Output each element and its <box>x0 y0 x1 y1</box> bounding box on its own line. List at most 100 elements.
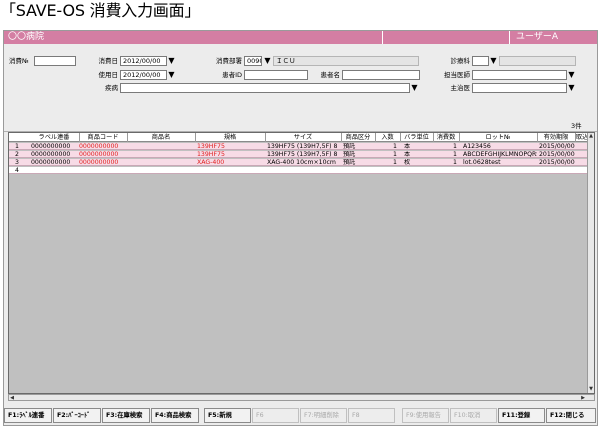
consume-cell[interactable]: 1 <box>453 151 459 158</box>
col-header[interactable]: 商品コード <box>79 133 127 142</box>
col-header[interactable]: ロット№ <box>459 133 537 142</box>
consume-cell[interactable]: 1 <box>453 143 459 150</box>
disease-label: 疾病 <box>105 84 118 92</box>
product-name-cell[interactable] <box>129 151 195 158</box>
expiry-cell[interactable]: 2015/00/00 <box>539 143 575 150</box>
expiry-cell[interactable]: 2015/00/00 <box>539 151 575 158</box>
f9-usage-report-button[interactable]: F9:使用報告 <box>402 408 449 423</box>
product-code-cell[interactable]: 0000000000 <box>79 151 127 158</box>
page-title: 「SAVE-OS 消費入力画面」 <box>0 1 201 20</box>
patient-id-input[interactable] <box>244 70 308 80</box>
col-header[interactable]: サイズ <box>265 133 341 142</box>
label-seq-cell[interactable]: 0000000000 <box>31 159 79 166</box>
qty-cell[interactable]: 1 <box>393 151 401 158</box>
unit-cell[interactable]: 本 <box>404 151 432 158</box>
lot-cell[interactable]: ABCDEFGHIJKLMNOPQRST <box>463 151 537 158</box>
chevron-down-icon[interactable]: ▼ <box>489 56 498 66</box>
size-cell[interactable]: 139HF75 (139H7,5F) 8 <box>267 143 341 150</box>
horizontal-scrollbar[interactable]: ◀ ▶ <box>8 394 595 401</box>
f12-close-button[interactable]: F12:閉じる <box>546 408 596 423</box>
col-header[interactable]: 消費数 <box>433 133 459 142</box>
spec-cell[interactable]: 139HF75 <box>197 143 265 150</box>
product-name-cell[interactable] <box>129 159 195 166</box>
label-seq-cell[interactable]: 0000000000 <box>31 143 79 150</box>
clinic-name-field <box>499 56 576 66</box>
size-cell[interactable]: 139HF75 (139H7,5F) 8 <box>267 151 341 158</box>
category-cell[interactable]: 預託 <box>343 143 375 150</box>
label-seq-cell[interactable]: 0000000000 <box>31 151 79 158</box>
chevron-down-icon[interactable]: ▼ <box>263 56 272 66</box>
expiry-cell[interactable]: 2015/00/00 <box>539 159 575 166</box>
title-divider <box>382 31 383 44</box>
scroll-down-icon[interactable]: ▼ <box>588 386 594 393</box>
hospital-name: 〇〇病院 <box>8 32 45 42</box>
chevron-down-icon[interactable]: ▼ <box>567 70 576 80</box>
table-row[interactable]: 4 <box>9 167 589 174</box>
qty-cell[interactable]: 1 <box>393 159 401 166</box>
spec-cell[interactable]: 139HF75 <box>197 151 265 158</box>
consume-date-input[interactable]: 2012/00/00 <box>120 56 167 66</box>
col-header[interactable]: 商品名 <box>127 133 195 142</box>
chevron-down-icon[interactable]: ▼ <box>167 70 176 80</box>
clinic-input[interactable] <box>472 56 489 66</box>
app-window: 〇〇病院 ユーザーA 消費№ 消費日 2012/00/00 ▼ 消費部署 009… <box>3 30 598 426</box>
spec-cell[interactable]: XAG-400 <box>197 159 265 166</box>
table-row[interactable]: 2 0000000000 0000000000 139HF75 139HF75 … <box>9 151 589 158</box>
main-doctor-input[interactable] <box>472 83 567 93</box>
product-name-cell[interactable] <box>129 143 195 150</box>
lot-cell[interactable]: A123456 <box>463 143 537 150</box>
f8-button[interactable]: F8 <box>348 408 395 423</box>
dept-name-field: ＩＣＵ <box>273 56 419 66</box>
patient-name-input[interactable] <box>342 70 420 80</box>
category-cell[interactable]: 預託 <box>343 159 375 166</box>
col-header[interactable]: 有効期限 <box>537 133 575 142</box>
col-header[interactable]: バラ単位 <box>400 133 433 142</box>
row-number: 2 <box>15 151 19 158</box>
f5-new-button[interactable]: F5:新規 <box>204 408 251 423</box>
unit-cell[interactable]: 本 <box>404 143 432 150</box>
f4-product-search-button[interactable]: F4:商品検索 <box>151 408 199 423</box>
product-code-cell[interactable]: 0000000000 <box>79 143 127 150</box>
title-divider <box>509 31 510 44</box>
row-number: 1 <box>15 143 19 150</box>
scroll-right-icon[interactable]: ▶ <box>580 395 586 401</box>
f6-button[interactable]: F6 <box>252 408 299 423</box>
scroll-up-icon[interactable]: ▲ <box>588 133 594 140</box>
col-header[interactable]: ラベル連番 <box>29 133 79 142</box>
patient-name-label: 患者名 <box>320 71 341 79</box>
size-cell[interactable]: XAG-400 10cm×10cm <box>267 159 341 166</box>
f1-label-seq-button[interactable]: F1:ﾗﾍﾞﾙ連番 <box>4 408 52 423</box>
lot-cell[interactable]: lot.0628test <box>463 159 537 166</box>
scroll-left-icon[interactable]: ◀ <box>9 395 15 401</box>
chevron-down-icon[interactable]: ▼ <box>410 83 419 93</box>
vertical-scrollbar[interactable]: ▲ ▼ <box>587 133 594 393</box>
table-row[interactable]: 1 0000000000 0000000000 139HF75 139HF75 … <box>9 143 589 150</box>
user-name: ユーザーA <box>516 32 558 42</box>
use-date-input[interactable]: 2012/00/00 <box>120 70 167 80</box>
dept-label: 消費部署 <box>216 57 242 65</box>
consume-no-input[interactable] <box>34 56 76 66</box>
f2-barcode-button[interactable]: F2:ﾊﾞｰｺｰﾄﾞ <box>53 408 101 423</box>
col-header[interactable]: 商品区分 <box>341 133 375 142</box>
detail-table[interactable]: ラベル連番 商品コード 商品名 規格 サイズ 商品区分 入数 バラ単位 消費数 … <box>8 132 595 394</box>
f11-register-button[interactable]: F11:登録 <box>498 408 545 423</box>
use-date-label: 使用日 <box>98 71 119 79</box>
chevron-down-icon[interactable]: ▼ <box>167 56 176 66</box>
f10-cancel-button[interactable]: F10:取消 <box>450 408 497 423</box>
category-cell[interactable]: 預託 <box>343 151 375 158</box>
unit-cell[interactable]: 枚 <box>404 159 432 166</box>
chevron-down-icon[interactable]: ▼ <box>567 83 576 93</box>
f3-stock-search-button[interactable]: F3:在庫検索 <box>102 408 150 423</box>
col-header[interactable]: 入数 <box>375 133 400 142</box>
product-code-cell[interactable]: 0000000000 <box>79 159 127 166</box>
col-header[interactable]: 規格 <box>195 133 265 142</box>
dept-code-input[interactable]: 0090 <box>244 56 262 66</box>
f7-delete-detail-button[interactable]: F7:明細削除 <box>300 408 347 423</box>
disease-input[interactable] <box>120 83 410 93</box>
consume-cell[interactable]: 1 <box>453 159 459 166</box>
qty-cell[interactable]: 1 <box>393 143 401 150</box>
table-row[interactable]: 3 0000000000 0000000000 XAG-400 XAG-400 … <box>9 159 589 166</box>
table-header: ラベル連番 商品コード 商品名 規格 サイズ 商品区分 入数 バラ単位 消費数 … <box>9 133 589 142</box>
title-bar: 〇〇病院 ユーザーA <box>4 31 597 44</box>
doctor-input[interactable] <box>472 70 567 80</box>
